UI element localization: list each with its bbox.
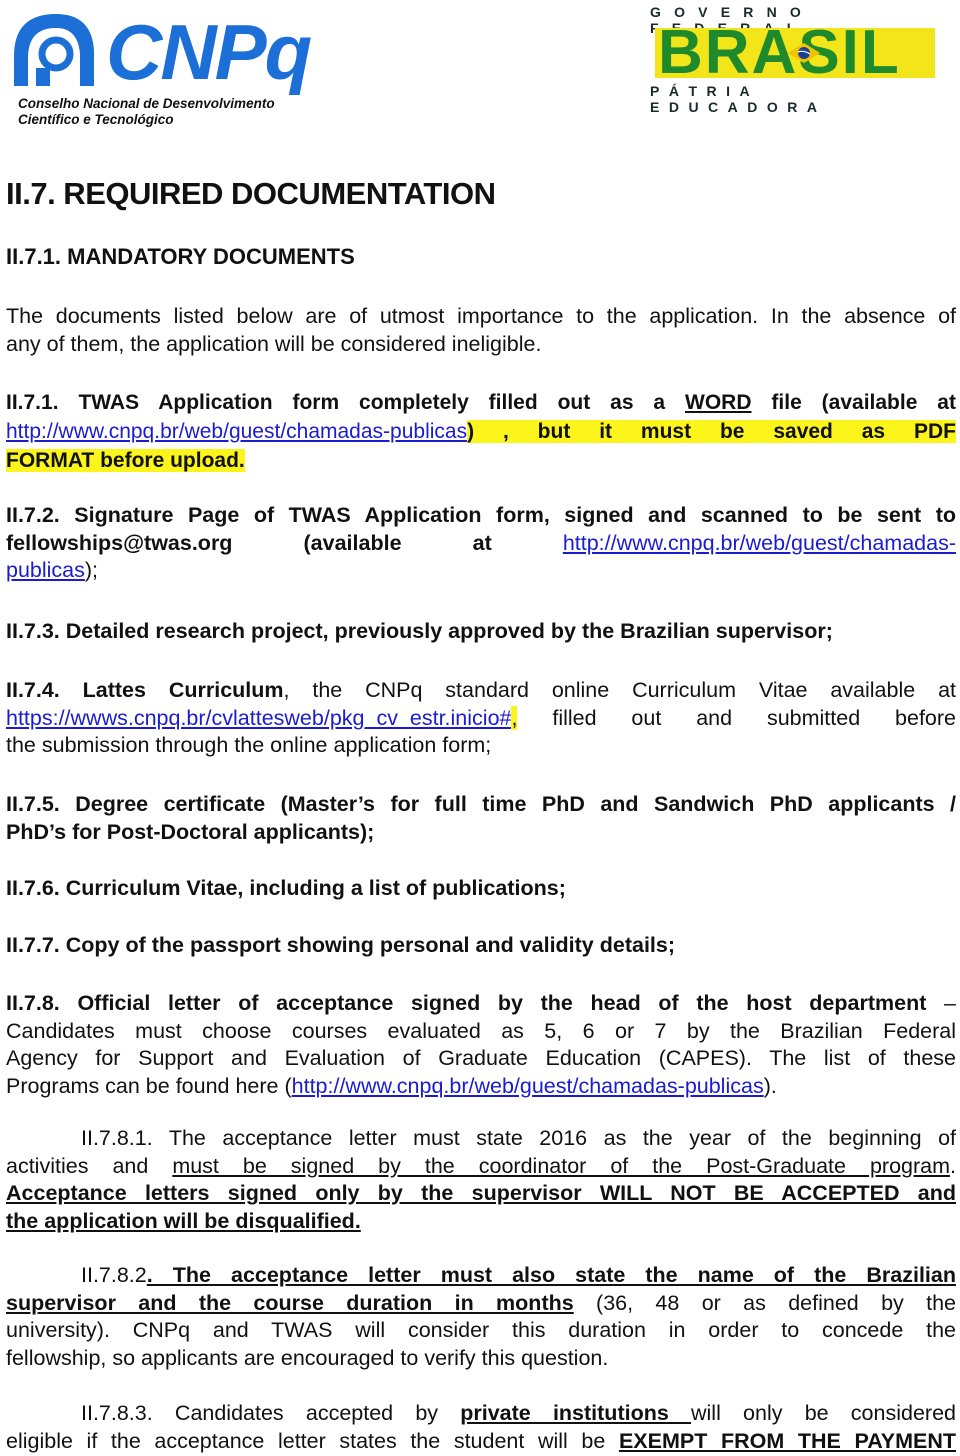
intro-line-2: any of them, the application will be con…: [6, 331, 542, 356]
intro-line-1: The documents listed below are of utmost…: [6, 304, 956, 328]
item4-text-a: , the CNPq standard online Curriculum Vi…: [283, 678, 956, 702]
item6-text: II.7.6. Curriculum Vitae, including a li…: [6, 876, 566, 900]
cnpq-logo: CNPq Conselho Nacional de Desenvolviment…: [6, 6, 312, 128]
item1-highlight-line2: FORMAT before upload.: [6, 449, 245, 472]
item4-lattes-link[interactable]: https://wwws.cnpq.br/cvlattesweb/pkg_cv_…: [6, 706, 511, 730]
item-II-7-8-2: II.7.8.2. The acceptance letter must als…: [6, 1262, 956, 1372]
item7-text: II.7.7. Copy of the passport showing per…: [6, 933, 676, 957]
item82-line-4: fellowship, so applicants are encouraged…: [6, 1345, 609, 1370]
item82-underlined-1: . The acceptance letter must also state …: [146, 1263, 956, 1287]
cnpq-wordmark: CNPq: [106, 8, 312, 96]
item1-highlight: ) , but it must be saved as PDF: [467, 420, 956, 443]
item83-line-1a: II.7.8.3. Candidates accepted by: [81, 1401, 461, 1425]
item82-line-3: university). CNPq and TWAS will consider…: [6, 1318, 956, 1342]
cnpq-subtitle-line1: Conselho Nacional de Desenvolvimento: [18, 96, 275, 111]
item83-line-2a: eligible if the acceptance letter states…: [6, 1428, 619, 1453]
item81-line-1: II.7.8.1. The acceptance letter must sta…: [81, 1126, 956, 1150]
item-II-7-8-1: II.7.8.1. The acceptance letter must sta…: [6, 1125, 956, 1235]
item1-highlight-text: , but it must be saved as PDF: [474, 420, 956, 443]
item5-line-1: II.7.5. Degree certificate (Master’s for…: [6, 792, 956, 816]
item81-line-2a: activities and: [6, 1153, 173, 1178]
item1-text-a: II.7.1. TWAS Application form completely…: [6, 391, 686, 414]
item81-warning-line-2: the application will be disqualified.: [6, 1208, 361, 1233]
gov-brasil-word: BRASIL: [658, 18, 901, 87]
cnpq-subtitle: Conselho Nacional de Desenvolvimento Cie…: [18, 96, 275, 128]
item2-link-cont[interactable]: publicas: [6, 558, 85, 582]
cnpq-head-icon: [14, 14, 94, 86]
item8-bold: II.7.8. Official letter of acceptance si…: [6, 991, 927, 1015]
cnpq-subtitle-line2: Científico e Tecnológico: [18, 112, 174, 127]
item-II-7-8: II.7.8. Official letter of acceptance si…: [6, 990, 956, 1100]
item83-exempt: EXEMPT FROM THE PAYMENT: [618, 1428, 956, 1453]
subsection-title: II.7.1. MANDATORY DOCUMENTS: [6, 244, 355, 269]
item2-tail: );: [84, 558, 99, 582]
item-II-7-7: II.7.7. Copy of the passport showing per…: [6, 932, 956, 960]
item81-underlined: must be signed by the coordinator of the…: [172, 1153, 951, 1178]
intro-paragraph: The documents listed below are of utmost…: [6, 303, 956, 358]
item5-line-2: PhD’s for Post-Doctoral applicants);: [6, 819, 375, 844]
item82-underlined-2: supervisor and the course duration in mo…: [6, 1290, 574, 1315]
item8-line-4b: ).: [763, 1073, 777, 1098]
item8-dash: –: [926, 991, 956, 1015]
item1-link[interactable]: http://www.cnpq.br/web/guest/chamadas-pu…: [6, 420, 467, 443]
item81-line-2b: .: [950, 1153, 956, 1178]
item8-line-2: Candidates must choose courses evaluated…: [6, 1018, 956, 1043]
item2-email-text: fellowships@twas.org (available at: [6, 530, 563, 555]
item4-line-3: the submission through the online applic…: [6, 733, 492, 757]
item-II-7-6: II.7.6. Curriculum Vitae, including a li…: [6, 875, 956, 903]
item-II-7-2: II.7.2. Signature Page of TWAS Applicati…: [6, 502, 956, 585]
item83-line-1b: will only be considered: [691, 1401, 956, 1425]
item8-link[interactable]: http://www.cnpq.br/web/guest/chamadas-pu…: [292, 1074, 764, 1098]
item4-text-b: filled out and submitted before: [517, 705, 956, 730]
item82-number: II.7.8.2: [81, 1263, 147, 1287]
item83-underlined: private institutions: [460, 1401, 691, 1425]
item3-text: II.7.3. Detailed research project, previ…: [6, 619, 833, 643]
item-II-7-4: II.7.4. Lattes Curriculum, the CNPq stan…: [6, 677, 956, 760]
item82-line-2b: (36, 48 or as defined by the: [573, 1290, 957, 1315]
item-II-7-8-3: II.7.8.3. Candidates accepted by private…: [6, 1400, 956, 1455]
item8-line-4a: Programs can be found here (: [6, 1073, 292, 1098]
item81-warning-line-1: Acceptance letters signed only by the su…: [6, 1181, 956, 1205]
gov-bottom-text: PÁTRIA EDUCADORA: [650, 83, 827, 115]
item-II-7-1: II.7.1. TWAS Application form completely…: [6, 388, 956, 475]
item4-bold: II.7.4. Lattes Curriculum: [6, 678, 284, 702]
brazil-flag-icon: [788, 43, 820, 63]
item-II-7-5: II.7.5. Degree certificate (Master’s for…: [6, 791, 956, 846]
item8-line-3: Agency for Support and Evaluation of Gra…: [6, 1046, 956, 1070]
item1-text-b: file (available at: [751, 391, 956, 414]
item2-link[interactable]: http://www.cnpq.br/web/guest/chamadas-: [563, 531, 956, 555]
item1-word: WORD: [685, 391, 752, 414]
item-II-7-3: II.7.3. Detailed research project, previ…: [6, 618, 956, 646]
governo-federal-logo: GOVERNO FEDERAL BRASIL PÁTRIA EDUCADORA: [650, 4, 940, 115]
item2-line-1: II.7.2. Signature Page of TWAS Applicati…: [6, 503, 956, 527]
section-title: II.7. REQUIRED DOCUMENTATION: [6, 176, 496, 211]
